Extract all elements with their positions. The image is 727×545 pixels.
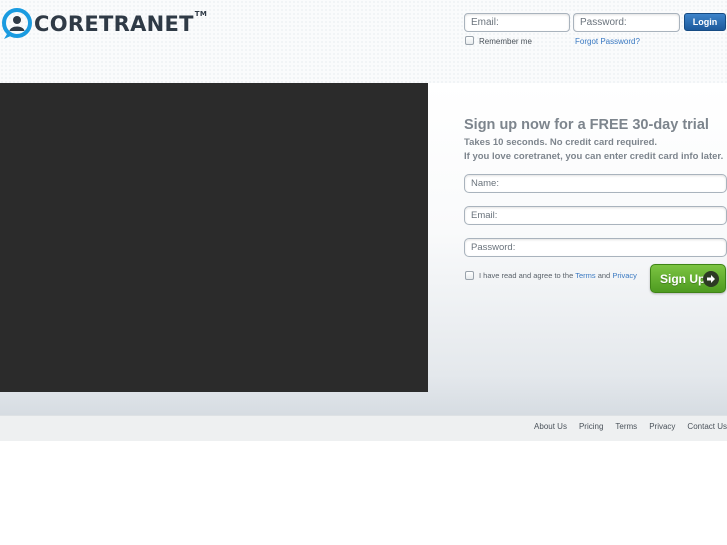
agree-checkbox[interactable] — [465, 271, 474, 280]
footer-link-terms[interactable]: Terms — [615, 422, 637, 431]
signup-subtitle-2: If you love coretranet, you can enter cr… — [464, 151, 724, 162]
trademark: TM — [194, 10, 208, 18]
signup-button[interactable]: Sign Up — [650, 264, 726, 293]
privacy-link[interactable]: Privacy — [612, 271, 637, 280]
signup-password-input[interactable]: Password: — [464, 238, 727, 257]
arrow-right-icon — [703, 271, 719, 287]
login-password-input[interactable]: Password: — [573, 13, 680, 32]
logo[interactable]: CORETRANETTM — [2, 6, 207, 42]
page: CORETRANETTM Email: Password: Login Reme… — [0, 0, 727, 545]
agree-text: I have read and agree to the Terms and P… — [479, 271, 637, 280]
remember-me-label: Remember me — [479, 37, 532, 46]
signup-title: Sign up now for a FREE 30-day trial — [464, 117, 709, 133]
forgot-password-link[interactable]: Forgot Password? — [575, 37, 640, 46]
logo-text: CORETRANETTM — [34, 10, 208, 36]
agree-label: I have read and agree to the — [479, 271, 574, 280]
agree-terms: I have read and agree to the Terms and P… — [465, 271, 637, 280]
header: CORETRANETTM Email: Password: Login Reme… — [0, 0, 727, 83]
logo-bubble-icon — [2, 8, 32, 39]
video-panel[interactable] — [0, 83, 428, 392]
signup-subtitle-1: Takes 10 seconds. No credit card require… — [464, 137, 658, 148]
and-text: and — [597, 271, 611, 280]
footer-link-pricing[interactable]: Pricing — [579, 422, 603, 431]
footer-link-about[interactable]: About Us — [534, 422, 567, 431]
login-email-input[interactable]: Email: — [464, 13, 570, 32]
remember-me-checkbox[interactable] — [465, 36, 474, 45]
footer-link-privacy[interactable]: Privacy — [649, 422, 675, 431]
signup-button-label: Sign Up — [660, 272, 706, 286]
terms-link[interactable]: Terms — [575, 271, 595, 280]
signup-email-input[interactable]: Email: — [464, 206, 727, 225]
brand-name: CORETRANET — [34, 12, 194, 36]
footer: About Us Pricing Terms Privacy Contact U… — [0, 415, 727, 441]
remember-me: Remember me — [465, 36, 532, 46]
signup-name-input[interactable]: Name: — [464, 174, 727, 193]
footer-link-contact[interactable]: Contact Us — [687, 422, 727, 431]
login-button[interactable]: Login — [684, 13, 726, 31]
footer-links: About Us Pricing Terms Privacy Contact U… — [522, 422, 727, 431]
